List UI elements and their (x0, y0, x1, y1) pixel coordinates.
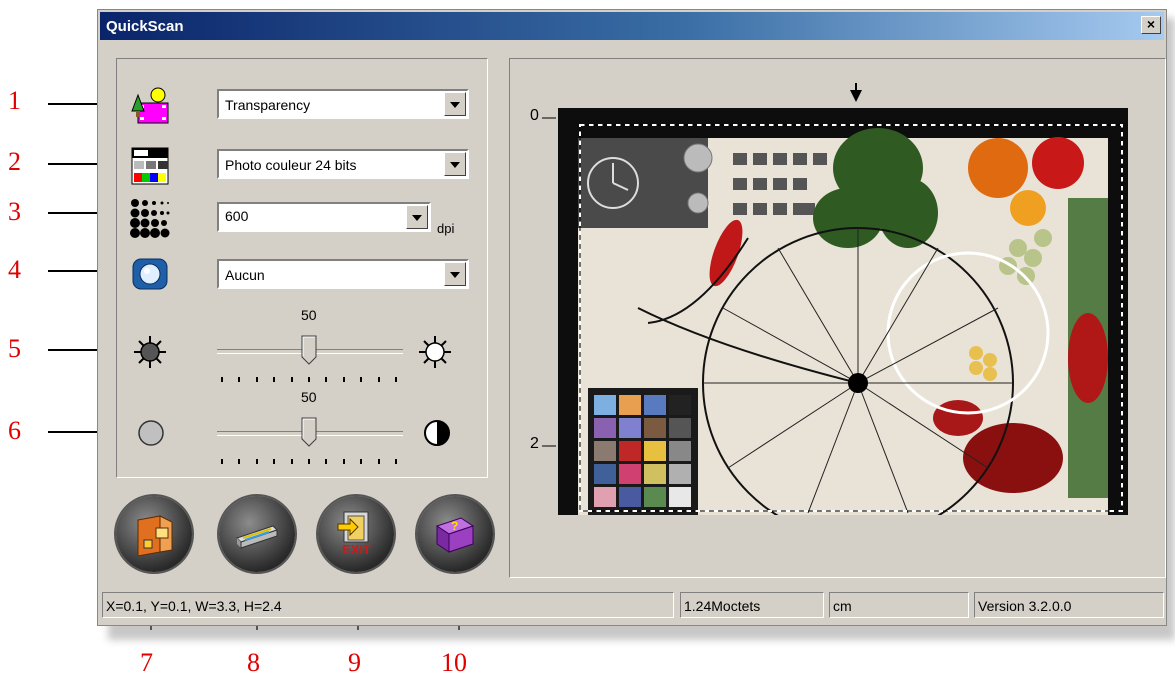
help-book-icon: ? (435, 517, 475, 553)
filter-select[interactable]: Aucun (217, 259, 469, 289)
dpi-label: dpi (437, 221, 455, 236)
brightness-high-icon (419, 336, 451, 368)
scan-type-value: Transparency (225, 97, 311, 113)
chevron-down-icon[interactable] (406, 205, 428, 229)
annotation-7: 7 (140, 648, 153, 677)
transparency-photo (558, 108, 1128, 515)
scan-to-file-icon (137, 515, 173, 556)
scanner-preview-button[interactable] (219, 496, 295, 572)
status-bar: X=0.1, Y=0.1, W=3.3, H=2.4 1.24Moctets c… (102, 592, 1164, 620)
chevron-down-icon[interactable] (444, 152, 466, 176)
preview-marker-icon (850, 83, 862, 102)
ruler-tick-0 (542, 117, 556, 119)
contrast-ticks (221, 459, 397, 465)
filter-icon (132, 258, 168, 290)
contrast-value: 50 (301, 389, 317, 405)
ruler-label-2: 2 (530, 435, 539, 452)
exit-text: EXIT (342, 542, 371, 557)
contrast-low-icon (138, 420, 164, 446)
color-mode-icon (131, 147, 169, 185)
brightness-value: 50 (301, 307, 317, 323)
help-button[interactable]: ? (417, 496, 493, 572)
window-title: QuickScan (106, 18, 184, 35)
contrast-high-icon (424, 420, 450, 446)
annotation-8: 8 (247, 648, 260, 677)
quickscan-window: QuickScan × Transparency Photo couleur 2… (97, 9, 1167, 626)
filter-value: Aucun (225, 267, 265, 283)
color-mode-select[interactable]: Photo couleur 24 bits (217, 149, 469, 179)
contrast-slider-thumb[interactable] (301, 417, 317, 447)
scan-to-file-button[interactable] (116, 496, 192, 572)
brightness-slider-thumb[interactable] (301, 335, 317, 365)
color-mode-value: Photo couleur 24 bits (225, 157, 357, 173)
settings-panel: Transparency Photo couleur 24 bits 600 d… (116, 58, 488, 478)
scan-type-select[interactable]: Transparency (217, 89, 469, 119)
exit-button[interactable]: EXIT (318, 496, 394, 572)
chevron-down-icon[interactable] (444, 92, 466, 116)
brightness-ticks (221, 377, 397, 383)
scan-type-icon (131, 87, 169, 124)
scan-preview-image[interactable] (558, 108, 1128, 515)
close-button[interactable]: × (1141, 16, 1161, 34)
brightness-low-icon (134, 336, 166, 368)
chevron-down-icon[interactable] (444, 262, 466, 286)
scanner-preview-icon (236, 525, 278, 549)
help-text: ? (451, 519, 458, 533)
ruler-label-0: 0 (530, 107, 539, 124)
ruler-tick-2 (542, 445, 556, 447)
status-unit: cm (829, 592, 969, 618)
status-coords: X=0.1, Y=0.1, W=3.3, H=2.4 (102, 592, 674, 618)
status-size: 1.24Moctets (680, 592, 824, 618)
title-bar[interactable]: QuickScan × (100, 12, 1164, 40)
resolution-value: 600 (225, 208, 249, 224)
resolution-icon (130, 199, 170, 238)
exit-icon: EXIT (337, 511, 371, 557)
resolution-select[interactable]: 600 (217, 202, 431, 232)
annotation-10: 10 (441, 648, 467, 677)
status-version: Version 3.2.0.0 (974, 592, 1164, 618)
annotation-9: 9 (348, 648, 361, 677)
